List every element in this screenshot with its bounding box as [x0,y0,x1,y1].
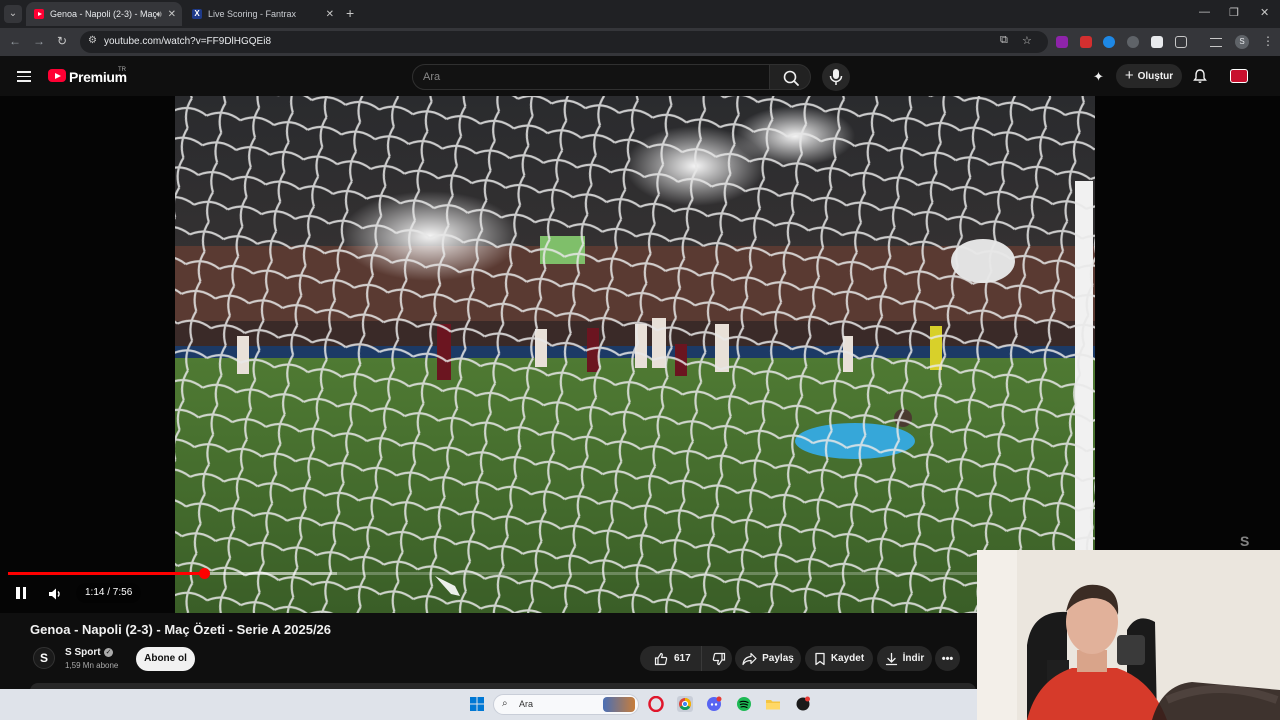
download-button[interactable]: İndir [877,646,932,671]
search-icon: ⌕ [502,698,508,709]
browser-tab-strip: ⌄ Genoa - Napoli (2-3) - Maç 🔊︎ ✕ X Live… [0,0,1280,28]
fantrax-favicon-icon: X [192,9,202,19]
save-button[interactable]: Kaydet [805,646,873,671]
channel-avatar[interactable]: S [33,647,55,669]
verified-check-icon: ✓ [104,648,113,657]
bookmark-star-icon[interactable]: ☆ [1022,34,1032,47]
taskbar-search[interactable]: ⌕ Ara [493,694,639,715]
download-icon [885,652,897,665]
site-info-icon[interactable]: ⚙︎ [88,35,97,46]
download-label: İndir [902,653,925,664]
windows-start-icon[interactable] [469,696,485,712]
plus-icon: + [1124,67,1134,84]
share-arrow-icon [742,652,757,665]
hamburger-menu-icon[interactable] [17,71,31,82]
save-label: Kaydet [830,653,865,664]
extension-icon[interactable] [1056,36,1068,48]
like-button[interactable]: 617 [640,646,702,671]
app-icon[interactable] [795,696,811,712]
video-player[interactable]: 1:14 / 7:56 S [0,96,1280,613]
thumbs-up-icon [654,652,668,665]
close-tab-icon[interactable]: ✕ [326,9,334,20]
video-frame[interactable] [175,96,1095,613]
search-box [412,64,770,90]
time-display: 1:14 / 7:56 [76,583,142,603]
dislike-button[interactable] [702,652,736,666]
like-count: 617 [674,653,691,664]
search-input[interactable] [423,69,753,85]
close-window-icon[interactable]: ✕ [1260,6,1269,19]
extension-icon[interactable] [1080,36,1092,48]
reading-list-icon[interactable] [1210,38,1222,47]
extension-icon[interactable] [1127,36,1139,48]
like-dislike-group: 617 [640,646,732,671]
bookmark-icon [815,652,825,665]
subscribe-button[interactable]: Abone ol [136,647,195,671]
tab-fantrax[interactable]: X Live Scoring - Fantrax ✕ [184,2,340,26]
volume-icon[interactable] [47,586,63,607]
screen: ⌄ Genoa - Napoli (2-3) - Maç 🔊︎ ✕ X Live… [0,0,1280,720]
played-progress [8,572,204,575]
thumbs-down-icon [712,652,725,665]
browser-toolbar: ← → ↻ ⚙︎ youtube.com/watch?v=FF9DlHGQEi8… [0,28,1280,56]
search-highlight-image [603,697,635,712]
account-avatar[interactable] [1230,69,1248,83]
open-in-app-icon[interactable]: ⧉ [1000,34,1008,47]
share-label: Paylaş [762,653,794,664]
speaker-icon[interactable]: 🔊︎ [156,9,162,20]
scrubber-handle[interactable] [198,568,210,579]
profile-avatar[interactable]: S [1235,35,1249,49]
extension-icon[interactable] [1103,36,1115,48]
pause-icon[interactable] [15,587,27,601]
search-button[interactable] [769,64,811,90]
taskbar-search-label: Ara [519,699,534,709]
search-icon [783,70,799,86]
notifications-bell-icon[interactable] [1192,68,1208,89]
forward-arrow-icon[interactable]: → [33,34,45,48]
chrome-icon[interactable] [677,696,693,712]
webcam-overlay [977,550,1280,720]
url-text[interactable]: youtube.com/watch?v=FF9DlHGQEi8 [104,36,271,47]
discord-icon[interactable] [706,696,722,712]
extension-icon[interactable] [1151,36,1163,48]
windows-taskbar: ⌕ Ara [0,689,977,720]
file-explorer-icon[interactable] [765,696,781,712]
channel-watermark[interactable]: S [1240,533,1249,549]
youtube-favicon-icon [34,9,44,19]
tab-title: Genoa - Napoli (2-3) - Maç [50,9,156,19]
region-code: TR [118,67,126,73]
browser-menu-icon[interactable]: ⋮ [1262,34,1274,48]
back-arrow-icon[interactable]: ← [9,34,21,48]
youtube-header: Premium TR ✦ + Oluştur [0,56,1280,96]
tab-search-chevron-icon[interactable]: ⌄ [4,5,22,23]
share-button[interactable]: Paylaş [735,646,801,671]
reload-icon[interactable]: ↻ [57,34,67,48]
minimize-icon[interactable]: — [1199,6,1210,18]
youtube-logo-icon[interactable] [48,69,66,82]
new-tab-plus-icon[interactable]: + [346,5,354,21]
extensions-puzzle-icon[interactable] [1175,36,1187,48]
microphone-icon [829,69,843,85]
tab-title: Live Scoring - Fantrax [208,9,297,19]
spotify-icon[interactable] [736,696,752,712]
voice-search-button[interactable] [822,63,850,91]
restore-icon[interactable]: ❐ [1229,6,1239,19]
tab-youtube[interactable]: Genoa - Napoli (2-3) - Maç 🔊︎ ✕ [26,2,182,26]
webcam-feed-image [977,550,1280,720]
sparkle-icon[interactable]: ✦ [1093,69,1104,85]
video-title: Genoa - Napoli (2-3) - Maç Özeti - Serie… [30,622,332,637]
address-bar[interactable]: ⚙︎ youtube.com/watch?v=FF9DlHGQEi8 ⧉ ☆ [80,31,1048,53]
create-label: Oluştur [1137,70,1174,82]
create-button[interactable]: + Oluştur [1116,64,1182,88]
subscriber-count: 1,59 Mn abone [65,661,119,670]
more-actions-icon[interactable]: ••• [935,646,960,671]
channel-name[interactable]: S Sport [65,647,101,658]
opera-icon[interactable] [648,696,664,712]
video-content-image [175,96,1095,613]
close-tab-icon[interactable]: ✕ [168,9,176,20]
